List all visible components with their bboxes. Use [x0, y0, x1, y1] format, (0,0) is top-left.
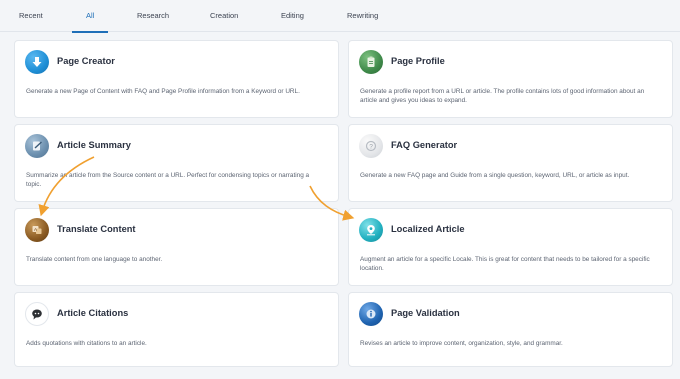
svg-text:?: ?	[369, 143, 373, 150]
tab-recent[interactable]: Recent	[19, 11, 43, 32]
location-pin-icon	[359, 218, 383, 242]
card-title: Page Profile	[391, 56, 445, 66]
card-translate-content[interactable]: A Translate Content Translate content fr…	[14, 208, 339, 286]
card-title: Translate Content	[57, 224, 136, 234]
card-faq-generator[interactable]: ? FAQ Generator Generate a new FAQ page …	[348, 124, 673, 202]
card-description: Generate a new Page of Content with FAQ …	[26, 88, 300, 95]
card-description: Generate a profile report from a URL or …	[360, 88, 645, 105]
card-page-profile[interactable]: Page Profile Generate a profile report f…	[348, 40, 673, 118]
card-article-summary[interactable]: Article Summary Summarize an article fro…	[14, 124, 339, 202]
quote-bubble-icon	[25, 302, 49, 326]
category-tabs: Recent All Research Creation Editing Rew…	[0, 0, 680, 33]
tab-all[interactable]: All	[71, 11, 110, 33]
download-arrow-icon	[25, 50, 49, 74]
tab-research[interactable]: Research	[137, 11, 169, 32]
question-icon: ?	[359, 134, 383, 158]
card-title: FAQ Generator	[391, 140, 458, 150]
info-icon	[359, 302, 383, 326]
card-description: Adds quotations with citations to an art…	[26, 340, 147, 347]
svg-text:A: A	[34, 227, 37, 232]
document-edit-icon	[25, 134, 49, 158]
card-description: Translate content from one language to a…	[26, 256, 163, 263]
translate-icon: A	[25, 218, 49, 242]
tab-creation[interactable]: Creation	[210, 11, 238, 32]
card-title: Page Creator	[57, 56, 115, 66]
clipboard-icon	[359, 50, 383, 74]
card-description: Generate a new FAQ page and Guide from a…	[360, 172, 630, 179]
card-title: Localized Article	[391, 224, 465, 234]
tab-rewriting[interactable]: Rewriting	[347, 11, 378, 32]
card-title: Page Validation	[391, 308, 460, 318]
card-page-validation[interactable]: Page Validation Revises an article to im…	[348, 292, 673, 367]
card-title: Article Citations	[57, 308, 129, 318]
card-localized-article[interactable]: Localized Article Augment an article for…	[348, 208, 673, 286]
card-description: Augment an article for a specific Locale…	[360, 256, 650, 273]
card-article-citations[interactable]: Article Citations Adds quotations with c…	[14, 292, 339, 367]
tab-editing[interactable]: Editing	[281, 11, 304, 32]
card-description: Revises an article to improve content, o…	[360, 340, 563, 347]
card-title: Article Summary	[57, 140, 131, 150]
card-description: Summarize an article from the Source con…	[26, 172, 310, 189]
card-page-creator[interactable]: Page Creator Generate a new Page of Cont…	[14, 40, 339, 118]
